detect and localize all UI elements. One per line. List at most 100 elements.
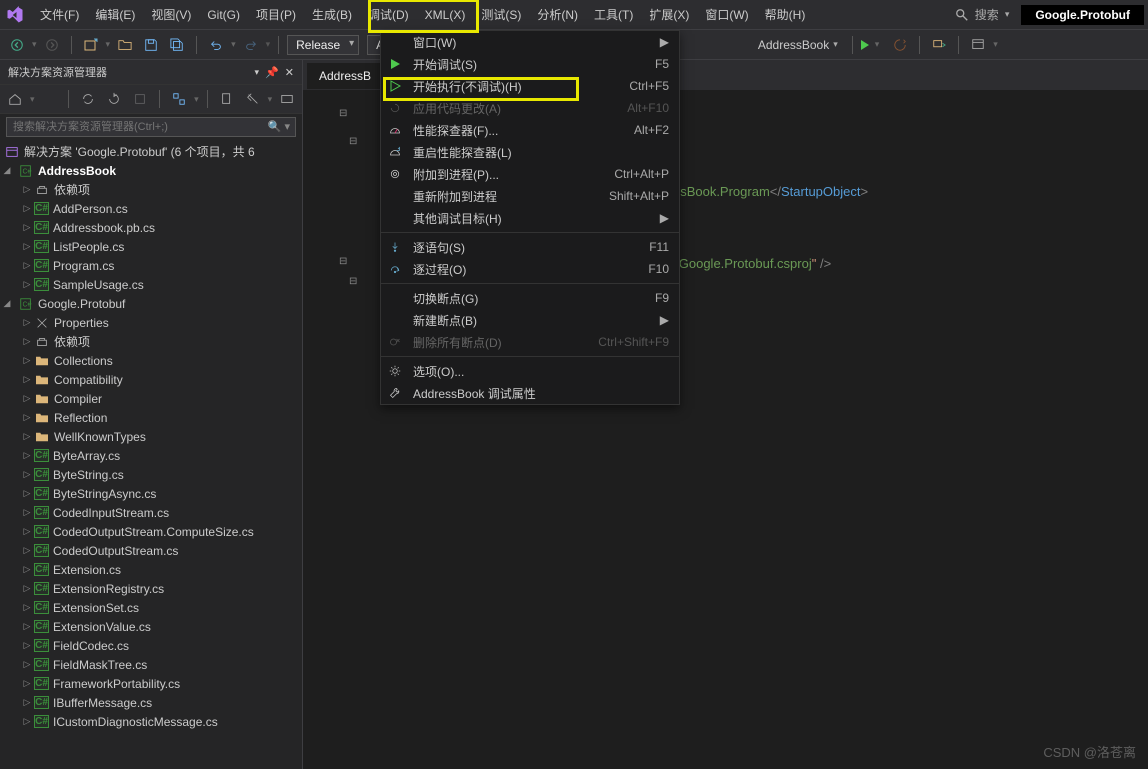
menu-item[interactable]: 重启性能探查器(L) xyxy=(381,141,679,163)
refresh-icon[interactable] xyxy=(103,88,125,110)
fold-icon[interactable]: ⊟ xyxy=(339,256,347,267)
menu-build[interactable]: 生成(B) xyxy=(304,0,360,29)
panel-dropdown-icon[interactable]: ▾ xyxy=(255,67,260,78)
show-all-files-icon[interactable] xyxy=(216,88,238,110)
menu-item[interactable]: 新建断点(B)▶ xyxy=(381,309,679,331)
config-combo[interactable]: Release xyxy=(287,35,359,55)
menu-analyze[interactable]: 分析(N) xyxy=(529,0,586,29)
play-icon[interactable] xyxy=(861,40,869,50)
nav-fwd-icon[interactable] xyxy=(41,34,63,56)
live-share-icon[interactable] xyxy=(928,34,950,56)
fold-icon[interactable]: ⊟ xyxy=(349,276,357,287)
solution-node[interactable]: 解决方案 'Google.Protobuf' (6 个项目，共 6 xyxy=(0,142,302,161)
collapse-all-icon[interactable] xyxy=(129,88,151,110)
menu-file[interactable]: 文件(F) xyxy=(32,0,87,29)
menu-item[interactable]: 逐语句(S)F11 xyxy=(381,236,679,258)
menu-item[interactable]: 性能探查器(F)...Alt+F2 xyxy=(381,119,679,141)
layout-chevron-icon[interactable]: ▾ xyxy=(993,39,998,50)
menu-item[interactable]: 选项(O)... xyxy=(381,360,679,382)
tree-item[interactable]: ▷Collections xyxy=(0,351,302,370)
menu-project[interactable]: 项目(P) xyxy=(248,0,304,29)
menu-item[interactable]: 逐过程(O)F10 xyxy=(381,258,679,280)
tree-item[interactable]: ▷依赖项 xyxy=(0,332,302,351)
tree-item[interactable]: ▷C#IBufferMessage.cs xyxy=(0,693,302,712)
switch-views-icon[interactable] xyxy=(168,88,190,110)
menu-extensions[interactable]: 扩展(X) xyxy=(641,0,697,29)
tree-item[interactable]: ▷C#ExtensionRegistry.cs xyxy=(0,579,302,598)
tree-item[interactable]: ▷C#CodedOutputStream.ComputeSize.cs xyxy=(0,522,302,541)
tree-item[interactable]: ▷C#FrameworkPortability.cs xyxy=(0,674,302,693)
tree-item[interactable]: ▷C#ICustomDiagnosticMessage.cs xyxy=(0,712,302,731)
expander-icon[interactable]: ▷ xyxy=(20,545,34,556)
tree-item[interactable]: ▷C#ExtensionSet.cs xyxy=(0,598,302,617)
sync-icon[interactable] xyxy=(77,88,99,110)
menu-git[interactable]: Git(G) xyxy=(199,0,248,29)
tree-item[interactable]: ▷C#ByteStringAsync.cs xyxy=(0,484,302,503)
menu-test[interactable]: 测试(S) xyxy=(473,0,529,29)
expander-icon[interactable]: ▷ xyxy=(20,678,34,689)
new-project-icon[interactable] xyxy=(80,34,102,56)
project-protobuf[interactable]: ◢ C# Google.Protobuf xyxy=(0,294,302,313)
fold-icon[interactable]: ⊟ xyxy=(349,136,357,147)
expander-icon[interactable]: ▷ xyxy=(20,279,34,290)
fold-icon[interactable]: ⊟ xyxy=(339,108,347,119)
tree-item[interactable]: ▷C#ExtensionValue.cs xyxy=(0,617,302,636)
menu-item[interactable]: 其他调试目标(H)▶ xyxy=(381,207,679,229)
menu-item[interactable]: 开始调试(S)F5 xyxy=(381,53,679,75)
expander-icon[interactable]: ▷ xyxy=(20,488,34,499)
expander-icon[interactable]: ▷ xyxy=(20,583,34,594)
menu-item[interactable]: 窗口(W)▶ xyxy=(381,31,679,53)
save-icon[interactable] xyxy=(140,34,162,56)
tree-item[interactable]: ▷C#FieldCodec.cs xyxy=(0,636,302,655)
tree-item[interactable]: ▷C#CodedInputStream.cs xyxy=(0,503,302,522)
tree-item[interactable]: ▷C#ListPeople.cs xyxy=(0,237,302,256)
expander-icon[interactable]: ▷ xyxy=(20,393,34,404)
expander-icon[interactable]: ▷ xyxy=(20,526,34,537)
expander-icon[interactable]: ▷ xyxy=(20,602,34,613)
expander-icon[interactable]: ▷ xyxy=(20,222,34,233)
expander-icon[interactable]: ▷ xyxy=(20,564,34,575)
explorer-search-input[interactable] xyxy=(6,117,296,137)
project-addressbook[interactable]: ◢ C# AddressBook xyxy=(0,161,302,180)
menu-help[interactable]: 帮助(H) xyxy=(757,0,814,29)
redo-chevron-icon[interactable]: ▾ xyxy=(266,39,271,50)
expander-icon[interactable]: ▷ xyxy=(20,260,34,271)
menu-item[interactable]: 切换断点(G)F9 xyxy=(381,287,679,309)
tree-item[interactable]: ▷Reflection xyxy=(0,408,302,427)
undo-chevron-icon[interactable]: ▾ xyxy=(231,39,236,50)
menu-item[interactable]: AddressBook 调试属性 xyxy=(381,382,679,404)
tree-item[interactable]: ▷Compiler xyxy=(0,389,302,408)
search-icon[interactable]: 🔍 ▾ xyxy=(268,120,290,133)
expander-icon[interactable]: ▷ xyxy=(20,412,34,423)
expander-icon[interactable]: ▷ xyxy=(20,184,34,195)
menu-window[interactable]: 窗口(W) xyxy=(697,0,756,29)
tree-item[interactable]: ▷WellKnownTypes xyxy=(0,427,302,446)
tree-item[interactable]: ▷C#Extension.cs xyxy=(0,560,302,579)
hot-reload-icon[interactable] xyxy=(889,34,911,56)
expander-icon[interactable]: ▷ xyxy=(20,659,34,670)
play-chevron-icon[interactable]: ▾ xyxy=(875,39,880,50)
tree-item[interactable]: ▷C#AddPerson.cs xyxy=(0,199,302,218)
expander-icon[interactable]: ▷ xyxy=(20,450,34,461)
expander-icon[interactable]: ▷ xyxy=(20,507,34,518)
tree-item[interactable]: ▷C#CodedOutputStream.cs xyxy=(0,541,302,560)
expander-icon[interactable]: ▷ xyxy=(20,697,34,708)
expander-icon[interactable]: ▷ xyxy=(20,716,34,727)
expander-icon[interactable]: ▷ xyxy=(20,640,34,651)
expander-icon[interactable]: ▷ xyxy=(20,469,34,480)
global-search[interactable]: 搜索 ▾ xyxy=(949,4,1016,25)
tree-item[interactable]: ▷Properties xyxy=(0,313,302,332)
home-icon[interactable] xyxy=(4,88,26,110)
menu-tools[interactable]: 工具(T) xyxy=(586,0,641,29)
tree-item[interactable]: ▷C#SampleUsage.cs xyxy=(0,275,302,294)
menu-xml[interactable]: XML(X) xyxy=(417,0,474,29)
nav-back-chevron-icon[interactable]: ▾ xyxy=(32,39,37,50)
tree-item[interactable]: ▷C#Program.cs xyxy=(0,256,302,275)
save-all-icon[interactable] xyxy=(166,34,188,56)
start-chevron-icon[interactable]: ▾ xyxy=(833,39,838,50)
nav-back-icon[interactable] xyxy=(6,34,28,56)
tree-item[interactable]: ▷C#Addressbook.pb.cs xyxy=(0,218,302,237)
window-layout-icon[interactable] xyxy=(967,34,989,56)
expander-icon[interactable]: ▷ xyxy=(20,621,34,632)
expander-icon[interactable]: ▷ xyxy=(20,374,34,385)
